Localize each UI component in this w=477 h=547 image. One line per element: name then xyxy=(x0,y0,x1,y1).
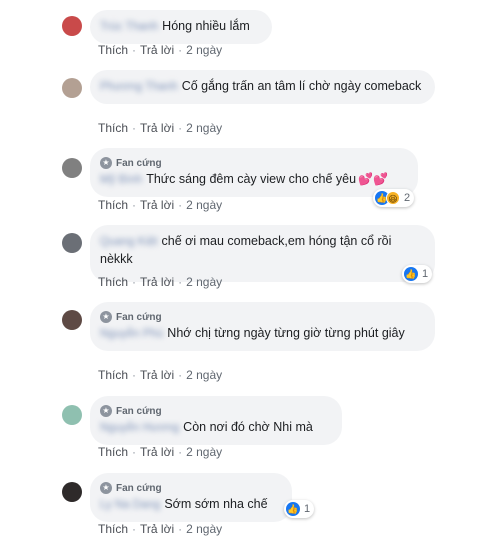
badge-label: Fan cứng xyxy=(116,157,162,169)
comment-author[interactable]: Nguyễn Hương xyxy=(100,420,179,437)
timestamp[interactable]: 2 ngày xyxy=(186,522,222,536)
separator: · xyxy=(178,368,183,382)
comment-thread: Trúc Thanh Hóng nhiều lắm Thích · Trả lời · 2… xyxy=(0,0,477,547)
comment-actions: Thích · Trả lời · 2 ngày xyxy=(98,368,222,382)
separator: · xyxy=(132,43,137,57)
separator: · xyxy=(132,445,137,459)
comment-author[interactable]: Quang Kiệt xyxy=(100,234,158,251)
reaction-count: 1 xyxy=(304,503,311,515)
separator: · xyxy=(178,121,183,135)
reply-link[interactable]: Trả lời xyxy=(140,275,174,289)
comment-text: Thức sáng đêm cày view cho chế yêu xyxy=(146,172,357,186)
comment-text: Cố gắng trấn an tâm lí chờ ngày comeback xyxy=(181,79,422,93)
like-link[interactable]: Thích xyxy=(98,121,128,135)
separator: · xyxy=(178,198,183,212)
separator: · xyxy=(178,275,183,289)
comment-text: Còn nơi đó chờ Nhi mà xyxy=(183,420,313,434)
separator: · xyxy=(132,275,137,289)
badge-label: Fan cứng xyxy=(116,482,162,494)
timestamp[interactable]: 2 ngày xyxy=(186,198,222,212)
reply-link[interactable]: Trả lời xyxy=(140,368,174,382)
comment-bubble: ★ Fan cứng Ly Na Dang Sớm sớm nha chế xyxy=(90,473,292,522)
avatar[interactable] xyxy=(62,310,82,330)
comment-bubble: ★ Fan cứng Mỹ Bình Thức sáng đêm cày view … xyxy=(90,148,418,197)
reaction-summary[interactable]: 👍 😆 2 xyxy=(373,189,415,207)
separator: · xyxy=(132,121,137,135)
reply-link[interactable]: Trả lời xyxy=(140,445,174,459)
like-link[interactable]: Thích xyxy=(98,43,128,57)
fan-badge: ★ Fan cứng xyxy=(100,310,423,324)
timestamp[interactable]: 2 ngày xyxy=(186,121,222,135)
reaction-count: 1 xyxy=(422,268,429,280)
comment-author[interactable]: Phương Thanh xyxy=(100,79,178,96)
comment-bubble: Trúc Thanh Hóng nhiều lắm xyxy=(90,10,272,44)
comment-bubble: Phương Thanh Cố gắng trấn an tâm lí chờ n… xyxy=(90,70,435,104)
reply-link[interactable]: Trả lời xyxy=(140,43,174,57)
haha-reaction-icon: 😆 xyxy=(386,191,400,205)
separator: · xyxy=(178,43,183,57)
star-icon: ★ xyxy=(100,482,112,494)
timestamp[interactable]: 2 ngày xyxy=(186,368,222,382)
comment-text: Nhớ chị từng ngày từng giờ từng phút giâ… xyxy=(167,326,405,340)
comment-actions: Thích · Trả lời · 2 ngày xyxy=(98,43,222,57)
like-link[interactable]: Thích xyxy=(98,368,128,382)
comment-author[interactable]: Trúc Thanh xyxy=(100,19,158,36)
timestamp[interactable]: 2 ngày xyxy=(186,275,222,289)
reaction-count: 2 xyxy=(404,192,411,204)
separator: · xyxy=(132,368,137,382)
fan-badge: ★ Fan cứng xyxy=(100,481,280,495)
comment-actions: Thích · Trả lời · 2 ngày xyxy=(98,522,222,536)
star-icon: ★ xyxy=(100,405,112,417)
comment-actions: Thích · Trả lời · 2 ngày xyxy=(98,121,222,135)
comment-text: Hóng nhiều lắm xyxy=(162,19,250,33)
avatar[interactable] xyxy=(62,233,82,253)
fan-badge: ★ Fan cứng xyxy=(100,404,330,418)
avatar[interactable] xyxy=(62,482,82,502)
hearts-emoji-icon: 💕💕 xyxy=(358,172,388,186)
badge-label: Fan cứng xyxy=(116,311,162,323)
badge-label: Fan cứng xyxy=(116,405,162,417)
like-link[interactable]: Thích xyxy=(98,445,128,459)
avatar[interactable] xyxy=(62,78,82,98)
comment-author[interactable]: Mỹ Bình xyxy=(100,172,142,189)
like-link[interactable]: Thích xyxy=(98,275,128,289)
star-icon: ★ xyxy=(100,311,112,323)
timestamp[interactable]: 2 ngày xyxy=(186,445,222,459)
comment-actions: Thích · Trả lời · 2 ngày xyxy=(98,445,222,459)
comment-actions: Thích · Trả lời · 2 ngày xyxy=(98,198,222,212)
reply-link[interactable]: Trả lời xyxy=(140,198,174,212)
comment-bubble: Quang Kiệt chế ơi mau comeback,em hóng tậ… xyxy=(90,225,435,282)
separator: · xyxy=(178,522,183,536)
avatar[interactable] xyxy=(62,16,82,36)
reaction-summary[interactable]: 👍 1 xyxy=(284,500,315,518)
separator: · xyxy=(178,445,183,459)
like-link[interactable]: Thích xyxy=(98,198,128,212)
comment-author[interactable]: Nguyễn Phú xyxy=(100,326,163,343)
reply-link[interactable]: Trả lời xyxy=(140,121,174,135)
comment-text: Sớm sớm nha chế xyxy=(164,497,268,511)
timestamp[interactable]: 2 ngày xyxy=(186,43,222,57)
comment-actions: Thích · Trả lời · 2 ngày xyxy=(98,275,222,289)
separator: · xyxy=(132,198,137,212)
comment-author[interactable]: Ly Na Dang xyxy=(100,497,160,514)
separator: · xyxy=(132,522,137,536)
comment-bubble: ★ Fan cứng Nguyễn Hương Còn nơi đó chờ Nhi… xyxy=(90,396,342,445)
avatar[interactable] xyxy=(62,405,82,425)
reply-link[interactable]: Trả lời xyxy=(140,522,174,536)
reaction-summary[interactable]: 👍 1 xyxy=(402,265,433,283)
fan-badge: ★ Fan cứng xyxy=(100,156,406,170)
like-reaction-icon: 👍 xyxy=(404,267,418,281)
like-link[interactable]: Thích xyxy=(98,522,128,536)
avatar[interactable] xyxy=(62,158,82,178)
like-reaction-icon: 👍 xyxy=(286,502,300,516)
comment-bubble: ★ Fan cứng Nguyễn Phú Nhớ chị từng ngày từ… xyxy=(90,302,435,351)
star-icon: ★ xyxy=(100,157,112,169)
